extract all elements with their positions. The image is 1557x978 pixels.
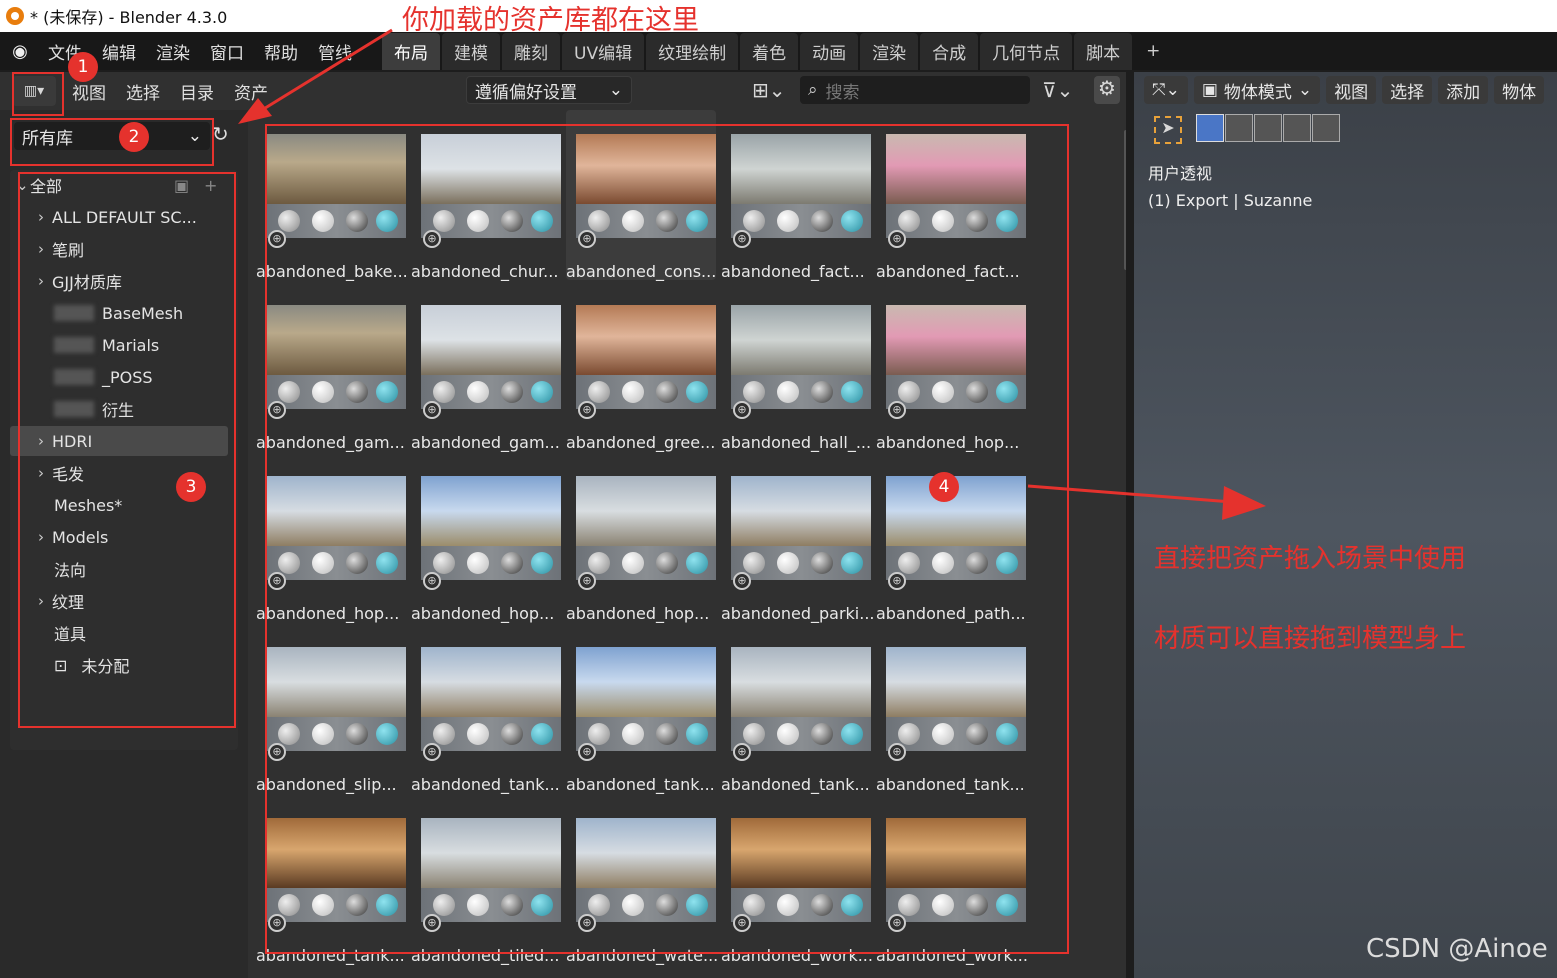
select-invert-icon[interactable] (1283, 114, 1311, 142)
asset-browser-header: ▥▾ 视图 选择 目录 资产 遵循偏好设置 ⌄ ⊞⌄ ⌕ 搜索 ⊽⌄ ⚙ (0, 72, 1126, 110)
select-tool-icon[interactable]: ➤ (1154, 116, 1182, 144)
import-method-label: 遵循偏好设置 (475, 82, 577, 103)
search-input[interactable]: ⌕ 搜索 (800, 76, 1030, 104)
area-separator[interactable] (1126, 72, 1134, 978)
badge-4: 4 (929, 472, 959, 502)
tab-sculpting[interactable]: 雕刻 (502, 32, 560, 70)
tab-rendering[interactable]: 渲染 (860, 32, 919, 70)
annotation-note-1: 直接把资产拖入场景中使用 (1154, 544, 1467, 574)
menu-window[interactable]: 窗口 (210, 39, 244, 64)
viewport-menu-object[interactable]: 物体 (1494, 76, 1545, 104)
badge-3: 3 (176, 472, 206, 502)
annotation-box-1 (12, 72, 64, 116)
transform-orientation-button[interactable]: ⤧⌄ (1144, 76, 1188, 104)
chevron-down-icon: ⌄ (608, 80, 623, 100)
menu-select[interactable]: 选择 (126, 79, 160, 104)
select-new-icon[interactable] (1196, 114, 1224, 142)
tab-shading[interactable]: 着色 (740, 32, 799, 70)
top-menubar: ◉ 文件 编辑 渲染 窗口 帮助 管线 布局 建模 雕刻 UV编辑 纹理绘制 着… (0, 32, 1557, 70)
tab-geometry-nodes[interactable]: 几何节点 (980, 32, 1073, 70)
menu-pipeline[interactable]: 管线 (318, 39, 352, 64)
badge-2: 2 (119, 122, 149, 152)
object-mode-dropdown[interactable]: ▣ 物体模式 ⌄ (1193, 76, 1321, 104)
window-title: * (未保存) - Blender 4.3.0 (30, 8, 228, 27)
viewport-info: 用户透视 (1) Export | Suzanne (1148, 160, 1312, 214)
view-name: 用户透视 (1148, 164, 1213, 183)
menu-render[interactable]: 渲染 (156, 39, 190, 64)
tab-compositing[interactable]: 合成 (920, 32, 979, 70)
select-subtract-icon[interactable] (1254, 114, 1282, 142)
selection-mode-group (1196, 114, 1340, 142)
viewport-menu-select[interactable]: 选择 (1382, 76, 1433, 104)
3d-viewport[interactable]: ⤧⌄ ▣ 物体模式 ⌄ 视图 选择 添加 物体 ➤ 用户透视 (1) Expor… (1134, 72, 1557, 978)
search-icon: ⌕ (808, 80, 818, 100)
annotation-box-2 (10, 118, 214, 166)
watermark: CSDN @Ainoe (1366, 934, 1548, 964)
menu-edit[interactable]: 编辑 (102, 39, 136, 64)
import-method-dropdown[interactable]: 遵循偏好设置 ⌄ (466, 76, 632, 104)
annotation-top-note: 你加载的资产库都在这里 (402, 5, 699, 36)
object-info: (1) Export | Suzanne (1148, 191, 1313, 210)
viewport-header: ⤧⌄ ▣ 物体模式 ⌄ 视图 选择 添加 物体 (1134, 72, 1557, 108)
blender-logo-icon (6, 7, 24, 25)
tab-uv-editing[interactable]: UV编辑 (562, 32, 645, 70)
badge-1: 1 (68, 52, 98, 82)
tab-modeling[interactable]: 建模 (442, 32, 500, 70)
orientation-icon: ⤧⌄ (1152, 80, 1180, 100)
annotation-note-2: 材质可以直接拖到模型身上 (1154, 624, 1467, 654)
menu-catalog[interactable]: 目录 (180, 79, 214, 104)
object-mode-icon: ▣ (1201, 80, 1218, 100)
add-workspace-button[interactable]: + (1134, 35, 1172, 67)
search-placeholder: 搜索 (825, 82, 860, 103)
select-intersect-icon[interactable] (1312, 114, 1340, 142)
filter-icon[interactable]: ⊽⌄ (1042, 78, 1073, 102)
chevron-down-icon: ⌄ (1297, 80, 1313, 100)
annotation-box-3 (18, 172, 236, 728)
tab-layout[interactable]: 布局 (382, 32, 440, 70)
tab-texture-paint[interactable]: 纹理绘制 (646, 32, 739, 70)
annotation-box-4 (265, 124, 1069, 954)
tab-animation[interactable]: 动画 (800, 32, 859, 70)
blender-menu-icon[interactable]: ◉ (0, 41, 40, 62)
window-titlebar: * (未保存) - Blender 4.3.0 (0, 0, 1557, 32)
viewport-menu-view[interactable]: 视图 (1326, 76, 1377, 104)
menu-help[interactable]: 帮助 (264, 39, 298, 64)
object-mode-label: 物体模式 (1223, 82, 1292, 103)
select-extend-icon[interactable] (1225, 114, 1253, 142)
refresh-icon[interactable]: ↻ (212, 122, 236, 150)
viewport-menu-add[interactable]: 添加 (1438, 76, 1489, 104)
tab-scripting[interactable]: 脚本 (1074, 32, 1133, 70)
menu-view[interactable]: 视图 (72, 79, 106, 104)
display-mode-icon[interactable]: ⊞⌄ (752, 78, 786, 102)
menu-asset[interactable]: 资产 (234, 79, 268, 104)
gear-icon[interactable]: ⚙ (1094, 76, 1120, 104)
